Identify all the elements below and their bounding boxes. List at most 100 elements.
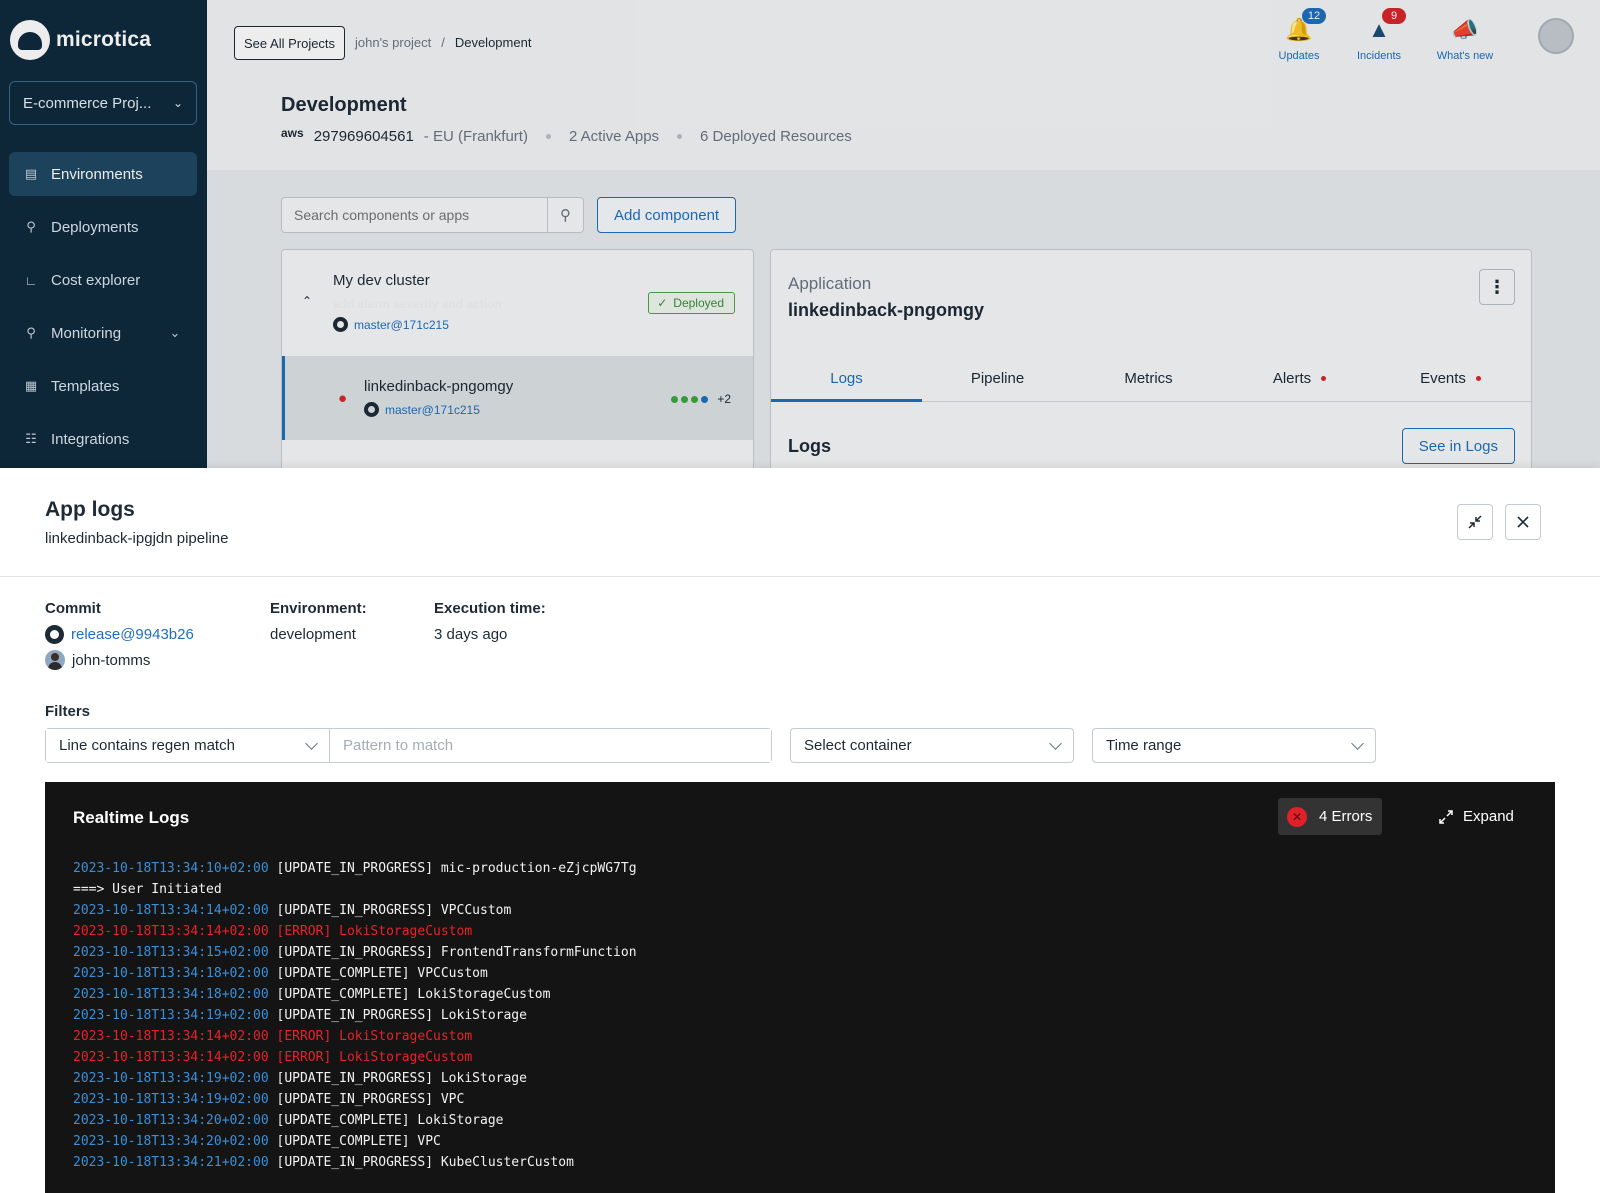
- pod-dot: [671, 395, 679, 403]
- execution-time-info: Execution time: 3 days ago: [434, 600, 546, 643]
- whats-new-button[interactable]: 📣 What's new: [1430, 10, 1500, 62]
- user-avatar[interactable]: [1538, 18, 1574, 54]
- github-icon: [364, 402, 379, 417]
- match-type-value: Line contains regen match: [59, 737, 235, 754]
- search-icon[interactable]: ⚲: [547, 198, 583, 232]
- app-branch[interactable]: master@171c215: [364, 402, 480, 417]
- environments-icon: ▤: [24, 166, 38, 181]
- tab-events[interactable]: Events: [1375, 356, 1526, 401]
- chart-icon: ∟: [24, 272, 38, 288]
- match-type-select[interactable]: Line contains regen match: [46, 729, 330, 762]
- commit-author-name: john-tomms: [72, 651, 151, 669]
- log-message: [UPDATE_COMPLETE] VPC: [276, 1134, 441, 1149]
- log-timestamp: 2023-10-18T13:34:14+02:00: [73, 924, 269, 939]
- github-icon: [45, 625, 64, 644]
- more-options-icon[interactable]: ⋮: [1479, 269, 1515, 305]
- log-timestamp: 2023-10-18T13:34:14+02:00: [73, 1050, 269, 1065]
- commit-link[interactable]: release@9943b26: [45, 625, 194, 644]
- see-in-logs-button[interactable]: See in Logs: [1401, 428, 1515, 464]
- pod-status: +2: [671, 392, 731, 406]
- logs-heading: Logs: [788, 436, 831, 456]
- add-component-button[interactable]: Add component: [597, 197, 737, 233]
- sidebar-item-environments[interactable]: ▤ Environments: [9, 152, 197, 196]
- log-timestamp: 2023-10-18T13:34:19+02:00: [73, 1008, 269, 1023]
- time-range-select[interactable]: Time range: [1092, 728, 1376, 763]
- page-title: Development: [281, 94, 407, 116]
- error-icon: ✕: [1287, 806, 1307, 827]
- sidebar-item-label: Environments: [51, 165, 143, 183]
- updates-badge: 12: [1302, 8, 1326, 24]
- sidebar-item-label: Monitoring: [51, 324, 122, 342]
- brand-logo[interactable]: microtica: [10, 20, 151, 60]
- close-button[interactable]: [1505, 504, 1541, 540]
- expand-label: Expand: [1463, 808, 1514, 825]
- deployed-resources-count: 6 Deployed Resources: [700, 128, 852, 145]
- pattern-input[interactable]: [330, 729, 771, 762]
- expand-button[interactable]: Expand: [1439, 808, 1514, 825]
- log-message: ===> User Initiated: [73, 882, 222, 897]
- tab-label: Logs: [830, 370, 863, 387]
- component-search-input[interactable]: [282, 198, 547, 232]
- sidebar-item-label: Integrations: [51, 430, 130, 448]
- tab-label: Pipeline: [970, 370, 1025, 387]
- aws-region: - EU (Frankfurt): [423, 128, 528, 145]
- status-badge-label: Deployed: [673, 296, 724, 310]
- collapse-button[interactable]: [1457, 504, 1493, 540]
- log-timestamp: 2023-10-18T13:34:19+02:00: [73, 1071, 269, 1086]
- sidebar-item-templates[interactable]: ▦ Templates: [9, 364, 197, 408]
- incidents-button[interactable]: ▲ 9 Incidents: [1350, 8, 1408, 62]
- realtime-logs-panel: Realtime Logs ✕ 4 Errors Expand 2023-10-…: [45, 782, 1555, 1193]
- environment-header: Development aws 297969604561 - EU (Frank…: [207, 86, 1600, 170]
- avatar: [45, 650, 65, 670]
- log-timestamp: 2023-10-18T13:34:15+02:00: [73, 945, 269, 960]
- log-line: 2023-10-18T13:34:20+02:00 [UPDATE_COMPLE…: [73, 1110, 637, 1131]
- chevron-up-icon[interactable]: ⌃: [302, 294, 312, 308]
- collapse-icon: [1468, 515, 1482, 529]
- breadcrumb-project[interactable]: john's project: [355, 35, 431, 50]
- updates-button[interactable]: 🔔 12 Updates: [1270, 8, 1328, 62]
- tab-logs[interactable]: Logs: [771, 356, 922, 402]
- alert-dot: [1321, 376, 1327, 381]
- application-tabs: Logs Pipeline Metrics Alerts Events: [771, 356, 1531, 402]
- see-all-projects-button[interactable]: See All Projects: [234, 26, 346, 60]
- sidebar: microtica E-commerce Proj... ⌄ ▤ Environ…: [0, 0, 207, 468]
- time-range-value: Time range: [1106, 737, 1182, 754]
- log-message: [UPDATE_COMPLETE] VPCCustom: [276, 966, 488, 981]
- sidebar-item-label: Deployments: [51, 218, 139, 236]
- sidebar-item-label: Cost explorer: [51, 271, 141, 289]
- breadcrumb-current: Development: [454, 35, 532, 50]
- environment-label: Environment:: [270, 600, 367, 617]
- sidebar-item-monitoring[interactable]: ⚲ Monitoring ⌄: [9, 311, 197, 355]
- tab-metrics[interactable]: Metrics: [1073, 356, 1224, 401]
- app-name: linkedinback-pngomgy: [364, 378, 514, 395]
- cluster-branch[interactable]: master@171c215: [333, 317, 449, 332]
- sidebar-item-label: Templates: [51, 377, 120, 395]
- log-message: [UPDATE_COMPLETE] LokiStorage: [276, 1113, 504, 1128]
- app-item[interactable]: ● linkedinback-pngomgy master@171c215 +2: [282, 356, 753, 440]
- sidebar-item-cost-explorer[interactable]: ∟ Cost explorer: [9, 258, 197, 302]
- container-select[interactable]: Select container: [790, 728, 1074, 763]
- tab-pipeline[interactable]: Pipeline: [922, 356, 1073, 401]
- log-timestamp: 2023-10-18T13:34:18+02:00: [73, 987, 269, 1002]
- sidebar-menu: ▤ Environments ⚲ Deployments ∟ Cost expl…: [9, 152, 197, 468]
- log-line: 2023-10-18T13:34:18+02:00 [UPDATE_COMPLE…: [73, 984, 637, 1005]
- status-badge: ✓ Deployed: [648, 292, 735, 314]
- errors-filter-chip[interactable]: ✕ 4 Errors: [1278, 798, 1383, 835]
- component-search: ⚲: [281, 197, 584, 233]
- cluster-item[interactable]: ⌃ My dev cluster add alarm severity and …: [282, 250, 753, 356]
- breadcrumb-separator: /: [441, 35, 445, 50]
- application-label: Application: [788, 274, 872, 293]
- top-actions: 🔔 12 Updates ▲ 9 Incidents 📣 What's new: [1270, 8, 1500, 62]
- project-selector[interactable]: E-commerce Proj... ⌄: [9, 81, 197, 125]
- commit-info: Commit release@9943b26 john-tomms: [45, 600, 194, 670]
- tab-alerts[interactable]: Alerts: [1224, 356, 1375, 401]
- log-line: 2023-10-18T13:34:14+02:00 [UPDATE_IN_PRO…: [73, 900, 637, 921]
- breadcrumb: john's project / Development: [355, 35, 531, 50]
- log-line: 2023-10-18T13:34:15+02:00 [UPDATE_IN_PRO…: [73, 942, 637, 963]
- pod-dot: [701, 395, 709, 403]
- log-line: 2023-10-18T13:34:19+02:00 [UPDATE_IN_PRO…: [73, 1005, 637, 1026]
- log-line: ===> User Initiated: [73, 879, 637, 900]
- sidebar-item-deployments[interactable]: ⚲ Deployments: [9, 205, 197, 249]
- drawer-header: App logs linkedinback-ipgjdn pipeline: [0, 468, 1600, 577]
- sidebar-item-integrations[interactable]: ☷ Integrations: [9, 417, 197, 461]
